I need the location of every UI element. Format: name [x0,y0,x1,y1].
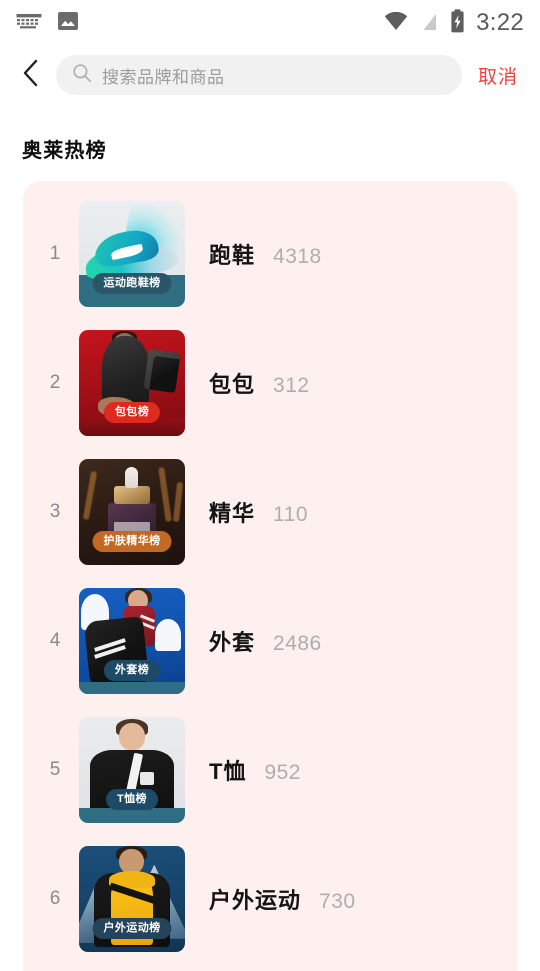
ranking-thumbnail[interactable]: T恤榜 [79,716,185,823]
category-count: 110 [273,502,308,526]
row-text-group: T恤 952 [209,754,301,786]
search-placeholder: 搜索品牌和商品 [102,67,225,87]
category-count: 312 [273,373,310,397]
rank-number: 2 [49,371,61,393]
thumbnail-badge: 包包榜 [103,401,161,423]
ranking-thumbnail[interactable]: 外套榜 [79,587,185,694]
table-row[interactable]: 5 T恤榜 T恤 952 [23,705,517,834]
thumbnail-badge: T恤榜 [106,788,158,810]
category-title: 跑鞋 [209,242,256,268]
rank-number: 6 [49,887,61,909]
table-row[interactable]: 3 护肤精华榜 精华 110 [23,447,517,576]
category-count: 4318 [273,244,322,268]
signal-off-icon [419,10,439,37]
ranking-thumbnail[interactable]: 运动跑鞋榜 [79,200,185,307]
wifi-icon [384,11,408,36]
category-title: 精华 [209,500,256,526]
rank-number: 1 [49,242,61,264]
category-title: 户外运动 [209,887,302,913]
rank-number: 5 [49,758,61,780]
ranking-card: 1 运动跑鞋榜 跑鞋 4318 2 包包榜 包包 312 3 护肤精华榜 精华 … [23,181,517,971]
table-row[interactable]: 2 包包榜 包包 312 [23,318,517,447]
thumbnail-badge: 运动跑鞋榜 [92,272,172,294]
ranking-thumbnail[interactable]: 包包榜 [79,329,185,436]
cancel-button[interactable]: 取消 [462,62,526,89]
row-text-group: 精华 110 [209,496,308,528]
thumbnail-badge: 户外运动榜 [92,917,172,939]
category-title: T恤 [209,758,247,784]
thumbnail-badge: 护肤精华榜 [92,530,172,552]
status-bar: 3:22 [0,0,540,46]
category-count: 952 [264,760,301,784]
row-text-group: 户外运动 730 [209,883,356,915]
ranking-thumbnail[interactable]: 户外运动榜 [79,845,185,952]
row-text-group: 跑鞋 4318 [209,238,322,270]
table-row[interactable]: 4 外套榜 外套 2486 [23,576,517,705]
category-title: 包包 [209,371,256,397]
category-count: 2486 [273,631,322,655]
category-count: 730 [319,889,356,913]
thumbnail-badge: 外套榜 [103,659,161,681]
table-row[interactable]: 6 户外运动榜 户外运动 730 [23,834,517,963]
search-input[interactable]: 搜索品牌和商品 [56,55,462,95]
chevron-left-icon [20,58,42,93]
status-bar-left-icons [16,9,80,38]
page-title: 奥莱热榜 [22,140,107,162]
battery-charging-icon [450,8,465,38]
rank-number: 3 [49,500,61,522]
search-icon [72,63,92,88]
keyboard-icon [16,12,42,35]
row-text-group: 包包 312 [209,367,310,399]
row-text-group: 外套 2486 [209,625,322,657]
table-row[interactable]: 1 运动跑鞋榜 跑鞋 4318 [23,189,517,318]
back-button[interactable] [10,54,52,96]
status-bar-right-icons: 3:22 [384,8,524,38]
image-icon [56,9,80,38]
ranking-thumbnail[interactable]: 护肤精华榜 [79,458,185,565]
search-bar: 搜索品牌和商品 取消 [0,46,540,104]
category-title: 外套 [209,629,256,655]
rank-number: 4 [49,629,61,651]
clock-time: 3:22 [476,9,524,36]
